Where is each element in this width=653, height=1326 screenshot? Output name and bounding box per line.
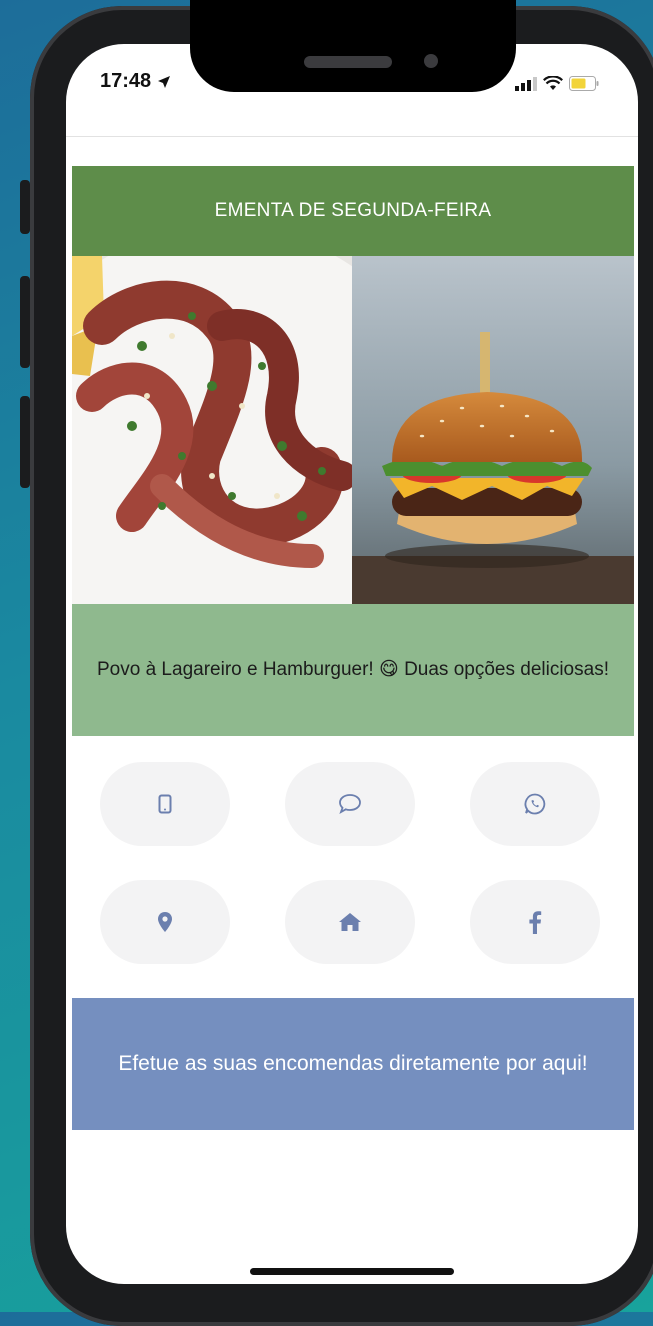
- wifi-icon: [543, 76, 563, 90]
- phone-button[interactable]: [100, 762, 230, 846]
- map-pin-icon: [158, 912, 172, 932]
- facebook-button[interactable]: [470, 880, 600, 964]
- mobile-phone-icon: [158, 794, 172, 814]
- burger-photo: [352, 256, 634, 604]
- notch: [190, 0, 516, 92]
- status-time: 17:48: [100, 70, 171, 93]
- navbar-divider: [66, 136, 638, 137]
- order-cta[interactable]: Efetue as suas encomendas diretamente po…: [72, 998, 634, 1130]
- location-button[interactable]: [100, 880, 230, 964]
- volume-up-button: [20, 276, 30, 368]
- status-icons: [515, 76, 599, 91]
- location-arrow-icon: [157, 75, 170, 88]
- whatsapp-button[interactable]: [470, 762, 600, 846]
- chat-bubble-icon: [339, 794, 361, 814]
- facebook-icon: [529, 911, 542, 934]
- home-icon: [339, 913, 361, 931]
- home-indicator: [250, 1268, 454, 1275]
- message-button[interactable]: [285, 762, 415, 846]
- speaker: [304, 56, 392, 68]
- home-button[interactable]: [285, 880, 415, 964]
- front-camera: [424, 54, 438, 68]
- octopus-photo: [72, 256, 352, 604]
- menu-photos: [72, 256, 634, 604]
- menu-title: EMENTA DE SEGUNDA-FEIRA: [72, 166, 634, 256]
- battery-icon: [569, 76, 599, 91]
- signal-icon: [515, 76, 537, 91]
- mute-switch: [20, 180, 30, 234]
- menu-caption: Povo à Lagareiro e Hamburguer! 😋 Duas op…: [72, 604, 634, 736]
- volume-down-button: [20, 396, 30, 488]
- whatsapp-icon: [524, 793, 546, 815]
